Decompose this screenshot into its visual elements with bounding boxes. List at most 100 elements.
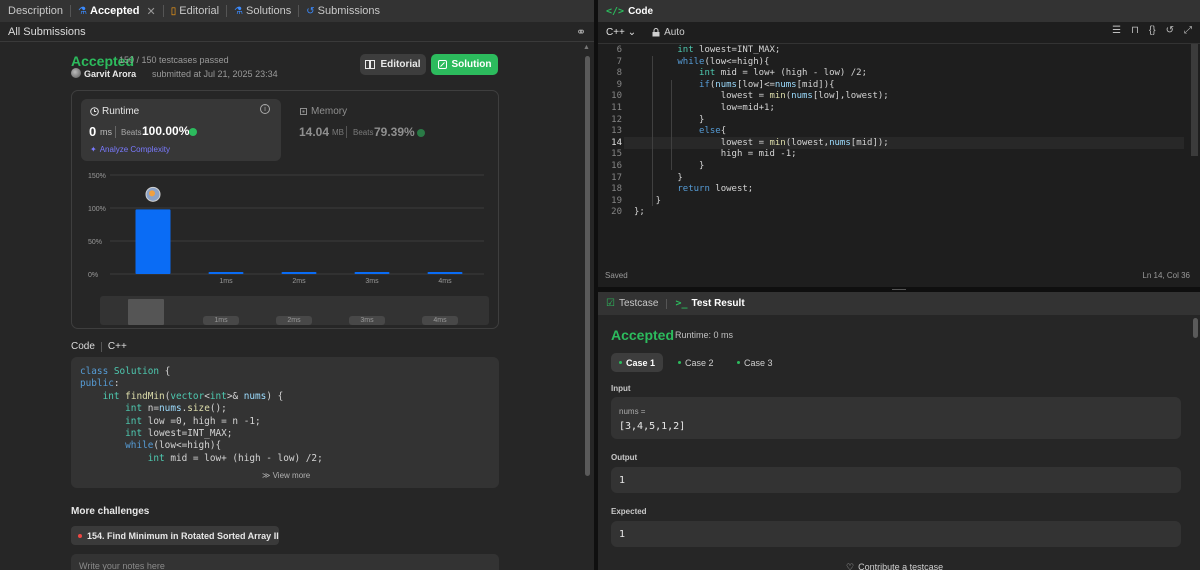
- language-select[interactable]: C++ ⌄: [606, 27, 636, 38]
- close-icon[interactable]: ✕: [147, 5, 156, 18]
- code-line: int mid = low+ (high - low) /2;: [699, 68, 868, 79]
- scrollbar[interactable]: [585, 56, 590, 476]
- code-line: int findMin(vector<int>& nums) {: [102, 390, 284, 402]
- auto-mode[interactable]: Auto: [652, 27, 685, 38]
- test-result-panel: ☑ Testcase >_ Test Result Accepted Runti…: [598, 292, 1200, 570]
- scrollbar[interactable]: [1193, 318, 1198, 338]
- view-more-button[interactable]: ≫ View more: [262, 471, 310, 480]
- chart-bar[interactable]: [354, 272, 390, 274]
- code-header-label: Code: [71, 341, 95, 352]
- line-numbers: 6 7 8 9 10 11 12 13 14 15 16 17 18 19 20: [598, 45, 622, 219]
- runtime-label: Runtime: [90, 106, 139, 117]
- scrubber-label: 4ms: [433, 317, 447, 324]
- auto-mode-label: Auto: [664, 27, 685, 38]
- difficulty-dot: [78, 533, 82, 538]
- line-number: 7: [616, 56, 622, 67]
- tab-testcase[interactable]: Testcase: [619, 298, 658, 309]
- case-tab-2[interactable]: Case 2: [678, 353, 714, 372]
- submitter-name[interactable]: Garvit Arora: [84, 69, 136, 79]
- all-submissions-link[interactable]: All Submissions: [8, 26, 86, 38]
- tab-code[interactable]: Code: [628, 6, 653, 17]
- expected-box: 1: [611, 521, 1181, 547]
- scrollbar[interactable]: [1191, 44, 1198, 156]
- link-icon[interactable]: ⚭: [576, 25, 586, 39]
- scrubber-label: 2ms: [287, 317, 301, 324]
- challenge-chip[interactable]: 154. Find Minimum in Rotated Sorted Arra…: [71, 526, 279, 545]
- contribute-testcase-link[interactable]: ♡ Contribute a testcase: [846, 562, 943, 570]
- info-icon[interactable]: i: [260, 104, 270, 114]
- divider: [100, 341, 102, 352]
- code-line: while(low<=high){: [677, 56, 770, 67]
- contribute-testcase-label: Contribute a testcase: [858, 562, 944, 570]
- save-status: Saved: [605, 271, 628, 280]
- input-value: [3,4,5,1,2]: [619, 421, 686, 432]
- line-number: 11: [611, 102, 622, 113]
- code-line: }: [634, 114, 705, 125]
- bookmark-icon[interactable]: ⊓: [1131, 25, 1139, 36]
- analyze-complexity-link[interactable]: ✦ Analyze Complexity: [90, 145, 170, 154]
- language-select-label: C++: [606, 27, 625, 38]
- code-tab-bar: </> Code: [598, 0, 1200, 22]
- memory-value: 14.04: [299, 125, 330, 139]
- code-editor-text[interactable]: int lowest=INT_MAX; while(low<=high){ in…: [634, 45, 889, 219]
- expected-value: 1: [619, 529, 626, 540]
- all-submissions-bar: All Submissions ⚭: [0, 22, 594, 42]
- editor-toolbar: ☰ ⊓ {} ↺ ⤢: [1112, 25, 1192, 36]
- runtime-value: 0: [89, 124, 97, 139]
- line-number: 17: [611, 172, 622, 183]
- code-line: }: [634, 172, 683, 183]
- tab-accepted-label: Accepted: [90, 5, 140, 17]
- code-line: int low =0, high = n -1;: [125, 415, 261, 427]
- code-line: }: [634, 160, 705, 171]
- divider: [346, 126, 347, 138]
- line-number: 15: [611, 149, 622, 160]
- lock-icon: [652, 28, 660, 37]
- tab-separator: [226, 5, 228, 17]
- scrubber-window[interactable]: [128, 299, 164, 325]
- left-tab-bar: Description ⚗ Accepted ✕ ▯ Editorial ⚗ S…: [0, 0, 594, 22]
- expected-label: Expected: [611, 507, 647, 516]
- chart-bar[interactable]: [135, 209, 171, 274]
- tab-description[interactable]: Description: [6, 0, 65, 22]
- scrubber-label: 3ms: [360, 317, 374, 324]
- format-icon[interactable]: ☰: [1112, 25, 1121, 36]
- y-tick-label: 0%: [88, 272, 98, 279]
- tab-test-result[interactable]: Test Result: [691, 298, 744, 309]
- runtime-distribution-chart: 150% 100% 50% 0% 1ms 2ms 3ms 4ms 1ms 2ms 3ms 4ms: [88, 173, 489, 325]
- solution-button[interactable]: Solution: [431, 54, 498, 75]
- y-tick-label: 100%: [88, 206, 106, 213]
- notes-input[interactable]: Write your notes here: [71, 554, 499, 570]
- code-line: int n=nums.size();: [125, 403, 227, 415]
- tab-solutions[interactable]: ⚗ Solutions: [232, 0, 293, 22]
- tab-editorial[interactable]: ▯ Editorial: [169, 0, 221, 22]
- editorial-button[interactable]: Editorial: [360, 54, 426, 75]
- tab-separator: [162, 5, 164, 17]
- braces-icon[interactable]: {}: [1149, 25, 1156, 36]
- flask-icon: ⚗: [234, 5, 243, 17]
- tab-editorial-label: Editorial: [179, 5, 220, 17]
- testcases-passed: 150 / 150 testcases passed: [119, 55, 229, 65]
- memory-unit: MB: [332, 128, 344, 137]
- history-icon: ↺: [306, 5, 315, 17]
- fullscreen-icon[interactable]: ⤢: [1184, 25, 1192, 36]
- memory-tab[interactable]: Memory: [299, 106, 347, 117]
- line-number: 20: [611, 207, 622, 218]
- flask-icon: ⚗: [78, 5, 87, 17]
- avatar[interactable]: [71, 68, 81, 78]
- more-challenges-title: More challenges: [71, 506, 150, 517]
- case-tab-1[interactable]: Case 1: [611, 353, 663, 372]
- case-tab-2-label: Case 2: [685, 357, 714, 368]
- chart-bar[interactable]: [427, 272, 463, 274]
- tab-accepted[interactable]: ⚗ Accepted ✕: [76, 0, 158, 22]
- case-tab-3-label: Case 3: [744, 357, 773, 368]
- code-preview-text: class Solution {public: int findMin(vect…: [80, 366, 323, 465]
- case-tab-3[interactable]: Case 3: [737, 353, 773, 372]
- tab-submissions[interactable]: ↺ Submissions: [304, 0, 382, 22]
- scroll-up-icon[interactable]: ▲: [583, 44, 590, 51]
- tab-separator: [298, 5, 300, 17]
- reset-icon[interactable]: ↺: [1166, 25, 1174, 36]
- chart-bar[interactable]: [281, 272, 317, 274]
- divider: [115, 126, 116, 138]
- line-number: 16: [611, 160, 622, 171]
- chart-bar[interactable]: [208, 272, 244, 274]
